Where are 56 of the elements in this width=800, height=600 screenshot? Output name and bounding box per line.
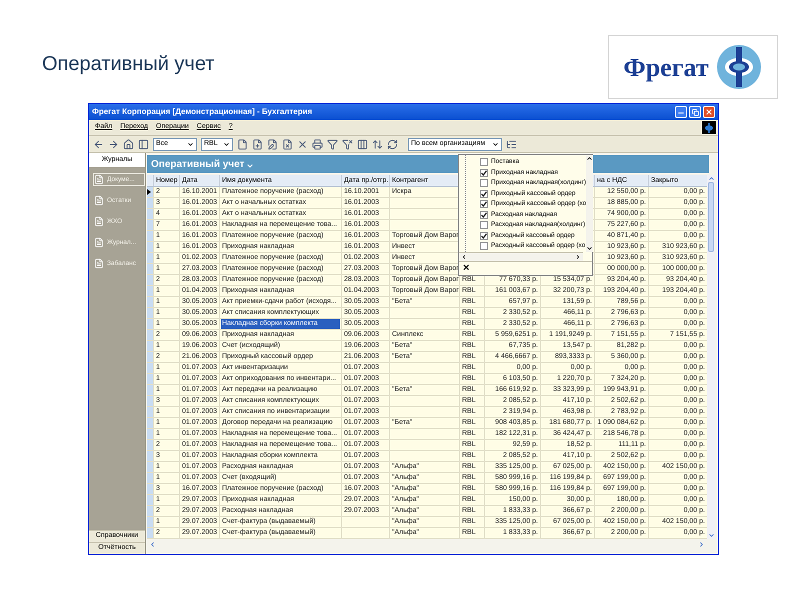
current-row-icon bbox=[147, 189, 151, 195]
scroll-thumb[interactable] bbox=[708, 182, 714, 252]
restore-icon bbox=[692, 108, 698, 116]
slide-title: Оперативный учет bbox=[42, 52, 214, 77]
scroll-right-icon[interactable] bbox=[575, 254, 581, 260]
refresh-icon[interactable] bbox=[387, 138, 398, 150]
scroll-down-icon[interactable] bbox=[586, 245, 594, 252]
emblem-icon bbox=[714, 43, 763, 91]
document-icon bbox=[94, 195, 104, 206]
checkbox[interactable] bbox=[480, 179, 488, 188]
document-icon bbox=[94, 216, 104, 227]
checkbox[interactable] bbox=[480, 210, 488, 219]
edit-document-icon[interactable] bbox=[267, 138, 278, 150]
panel-title: Оперативный учет bbox=[151, 158, 244, 172]
clear-filter-icon[interactable] bbox=[342, 138, 353, 150]
document-icon bbox=[94, 237, 104, 248]
close-icon bbox=[705, 108, 713, 116]
caret-icon bbox=[187, 140, 194, 148]
vertical-scrollbar[interactable] bbox=[586, 155, 594, 252]
document-icon bbox=[94, 258, 104, 269]
document-icon[interactable] bbox=[237, 138, 248, 150]
checkbox[interactable] bbox=[480, 168, 488, 177]
scroll-up-icon[interactable] bbox=[586, 155, 594, 162]
sort-icon[interactable] bbox=[372, 138, 383, 150]
window-title: Фрегат Корпорация [Демонстрационная] - Бухгалтерия bbox=[92, 106, 312, 118]
checkbox[interactable] bbox=[480, 158, 488, 166]
close-button[interactable] bbox=[703, 106, 715, 118]
tree-icon[interactable] bbox=[506, 138, 517, 150]
back-icon[interactable] bbox=[93, 138, 104, 150]
logo: Фрегат bbox=[608, 35, 778, 99]
app-logo-icon bbox=[702, 121, 716, 134]
checkbox[interactable] bbox=[480, 232, 488, 240]
panel-icon[interactable] bbox=[138, 138, 149, 150]
columns-icon[interactable] bbox=[357, 138, 368, 150]
checkbox[interactable] bbox=[480, 200, 488, 208]
caret-icon bbox=[246, 162, 254, 170]
minimize-button[interactable] bbox=[675, 106, 687, 118]
printer-icon[interactable] bbox=[312, 138, 323, 150]
delete-document-icon[interactable] bbox=[282, 138, 293, 150]
caret-icon bbox=[223, 140, 230, 148]
filter-icon[interactable] bbox=[327, 138, 338, 150]
checkbox[interactable] bbox=[480, 190, 488, 198]
restore-button[interactable] bbox=[689, 106, 701, 118]
horizontal-scrollbar[interactable] bbox=[459, 252, 583, 261]
caret-icon bbox=[492, 140, 499, 148]
checkbox[interactable] bbox=[480, 242, 488, 250]
new-document-icon[interactable] bbox=[252, 138, 263, 150]
document-icon bbox=[94, 174, 104, 185]
checkbox[interactable] bbox=[480, 221, 488, 230]
home-icon[interactable] bbox=[123, 138, 134, 150]
vertical-scrollbar[interactable] bbox=[707, 175, 715, 539]
forward-icon[interactable] bbox=[108, 138, 119, 150]
scroll-left-icon[interactable] bbox=[461, 254, 467, 260]
row-indicator[interactable] bbox=[147, 187, 153, 197]
close-icon[interactable] bbox=[297, 138, 308, 150]
close-button[interactable]: × bbox=[463, 263, 470, 274]
